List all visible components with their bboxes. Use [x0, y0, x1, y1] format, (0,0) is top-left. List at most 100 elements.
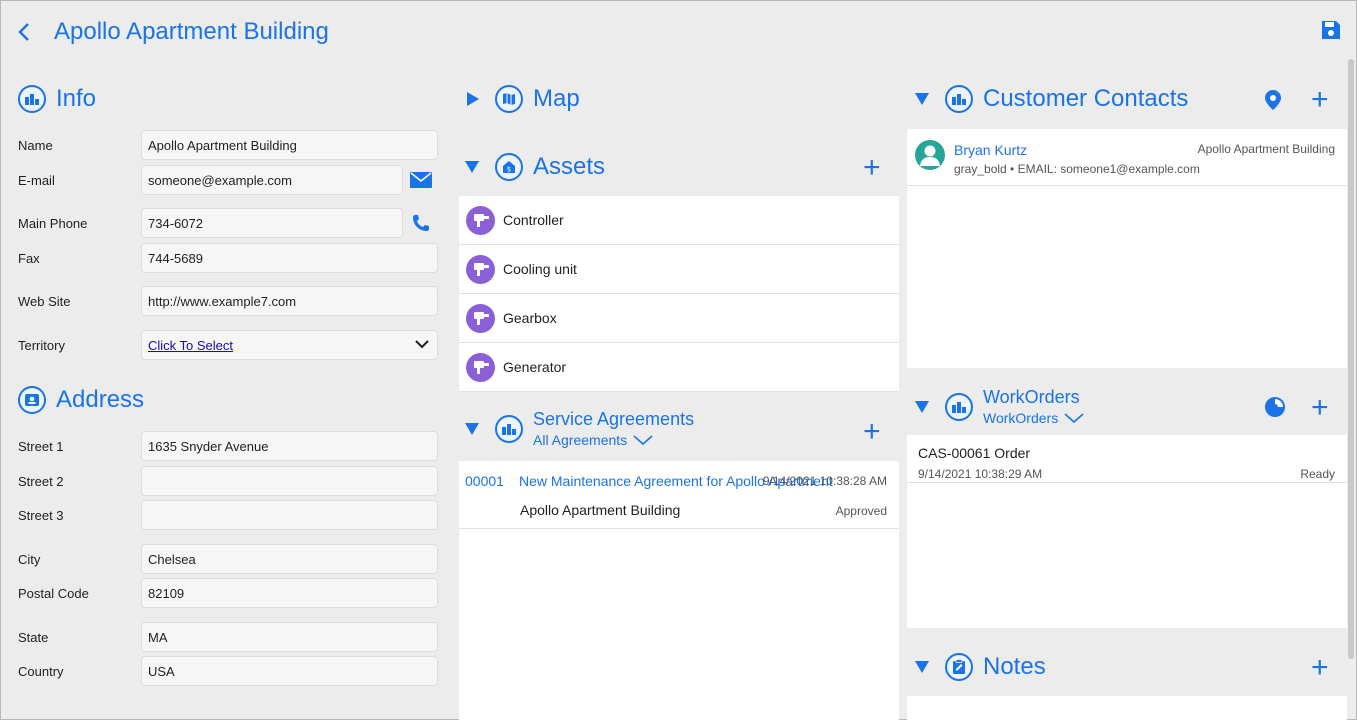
contact-details: gray_bold • EMAIL: someone1@example.com — [954, 162, 1200, 176]
collapse-workorders-toggle[interactable] — [915, 400, 929, 413]
street2-label: Street 2 — [18, 474, 64, 489]
address-card-icon — [18, 386, 46, 414]
street1-field[interactable]: 1635 Snyder Avenue — [141, 431, 438, 461]
website-label: Web Site — [18, 294, 71, 309]
territory-select-link[interactable]: Click To Select — [148, 338, 233, 353]
notes-title: Notes — [983, 653, 1046, 680]
building-icon — [945, 85, 973, 113]
service-agreements-section-header: Service Agreements All Agreements — [465, 409, 694, 448]
chevron-down-icon — [1064, 413, 1084, 423]
territory-select[interactable]: Click To Select — [141, 330, 438, 360]
contact-row[interactable]: Bryan Kurtz Apollo Apartment Building gr… — [907, 129, 1347, 186]
add-workorder-button[interactable]: + — [1311, 393, 1329, 423]
add-contact-button[interactable]: + — [1311, 85, 1329, 115]
agreement-number: 00001 — [465, 473, 504, 489]
workorders-filter-dropdown[interactable]: WorkOrders — [983, 410, 1084, 426]
asset-name: Generator — [503, 359, 567, 375]
back-arrow-icon — [18, 23, 29, 41]
address-title: Address — [56, 386, 145, 413]
back-button[interactable] — [13, 19, 37, 45]
notes-list — [907, 696, 1347, 720]
phone-icon — [413, 215, 429, 231]
agreements-filter-label: All Agreements — [533, 432, 628, 448]
collapse-contacts-toggle[interactable] — [915, 93, 929, 105]
workorder-row[interactable]: CAS-00061 Order 9/14/2021 10:38:29 AM Re… — [907, 435, 1347, 483]
asset-row-controller[interactable]: Controller — [459, 196, 899, 245]
street2-field[interactable] — [141, 466, 438, 496]
contacts-list: Bryan Kurtz Apollo Apartment Building gr… — [907, 129, 1347, 368]
svg-text:$: $ — [507, 166, 511, 174]
asset-name: Controller — [503, 212, 564, 228]
service-agreements-list: 00001 New Maintenance Agreement for Apol… — [459, 461, 899, 720]
save-button[interactable] — [1320, 19, 1342, 41]
agreement-account: Apollo Apartment Building — [520, 502, 681, 518]
name-field[interactable]: Apollo Apartment Building — [141, 130, 438, 160]
notes-section-header: Notes — [915, 653, 1046, 681]
info-title: Info — [56, 85, 97, 112]
name-label: Name — [18, 138, 53, 153]
vertical-scrollbar[interactable] — [1348, 59, 1354, 659]
asset-icon — [466, 303, 495, 333]
header-bar: Apollo Apartment Building — [1, 1, 1357, 65]
state-field[interactable]: MA — [141, 622, 438, 652]
asset-row-gearbox[interactable]: Gearbox — [459, 294, 899, 343]
add-asset-button[interactable]: + — [863, 153, 881, 183]
chart-icon — [1265, 397, 1285, 417]
city-field[interactable]: Chelsea — [141, 544, 438, 574]
asset-icon — [466, 254, 495, 284]
info-section-header: Info — [18, 85, 96, 113]
collapse-assets-toggle[interactable] — [465, 161, 479, 173]
contacts-map-button[interactable] — [1264, 89, 1282, 116]
country-label: Country — [18, 664, 64, 679]
building-icon — [945, 392, 973, 421]
territory-label: Territory — [18, 338, 65, 353]
expand-map-toggle[interactable] — [467, 92, 479, 106]
assets-section-header: $ Assets — [465, 153, 605, 181]
asset-name: Gearbox — [503, 310, 557, 326]
send-email-button[interactable] — [405, 165, 437, 195]
chevron-down-icon — [415, 340, 429, 349]
agreements-filter-dropdown[interactable]: All Agreements — [533, 432, 694, 448]
postal-code-label: Postal Code — [18, 586, 89, 601]
main-phone-field[interactable]: 734-6072 — [141, 208, 403, 238]
website-field[interactable]: http://www.example7.com — [141, 286, 438, 316]
fax-field[interactable]: 744-5689 — [141, 243, 438, 273]
contact-account: Apollo Apartment Building — [1197, 142, 1335, 156]
postal-code-field[interactable]: 82109 — [141, 578, 438, 608]
asset-section-icon: $ — [495, 153, 523, 181]
city-label: City — [18, 552, 41, 567]
collapse-service-agreements-toggle[interactable] — [465, 422, 479, 435]
agreement-status: Approved — [835, 504, 887, 518]
agreement-row[interactable]: 00001 New Maintenance Agreement for Apol… — [459, 461, 899, 529]
add-agreement-button[interactable]: + — [863, 417, 881, 447]
workorder-title: CAS-00061 Order — [918, 445, 1031, 461]
map-icon — [495, 85, 523, 113]
call-button[interactable] — [405, 208, 437, 238]
building-icon — [18, 85, 46, 113]
collapse-notes-toggle[interactable] — [915, 661, 929, 673]
workorders-list: CAS-00061 Order 9/14/2021 10:38:29 AM Re… — [907, 435, 1347, 628]
asset-row-cooling-unit[interactable]: Cooling unit — [459, 245, 899, 294]
contact-name: Bryan Kurtz — [954, 142, 1028, 158]
page-title: Apollo Apartment Building — [54, 18, 329, 45]
envelope-icon — [410, 172, 432, 188]
fax-label: Fax — [18, 251, 40, 266]
address-section-header: Address — [18, 386, 144, 414]
person-icon — [920, 145, 940, 166]
email-field[interactable]: someone@example.com — [141, 165, 403, 195]
workorders-title: WorkOrders — [983, 387, 1080, 407]
workorders-chart-button[interactable] — [1264, 396, 1286, 423]
workorder-timestamp: 9/14/2021 10:38:29 AM — [918, 467, 1043, 481]
add-note-button[interactable]: + — [1311, 653, 1329, 683]
asset-icon — [466, 352, 495, 382]
map-section-header: Map — [467, 85, 580, 113]
save-icon — [1322, 21, 1340, 39]
street3-field[interactable] — [141, 500, 438, 530]
asset-row-generator[interactable]: Generator — [459, 343, 899, 392]
customer-contacts-title: Customer Contacts — [983, 85, 1189, 112]
workorders-filter-label: WorkOrders — [983, 410, 1059, 426]
avatar — [915, 140, 945, 170]
country-field[interactable]: USA — [141, 656, 438, 686]
main-phone-label: Main Phone — [18, 216, 88, 231]
notes-icon — [945, 653, 973, 681]
